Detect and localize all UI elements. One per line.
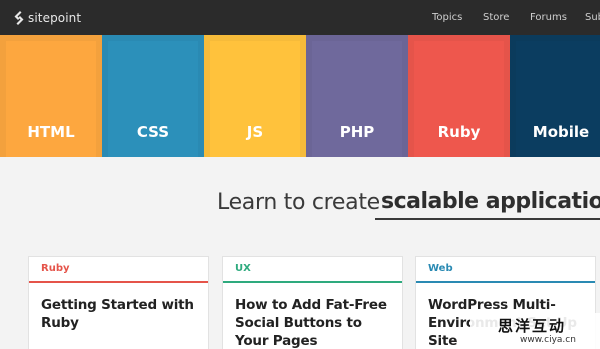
tile-ruby[interactable]: Ruby xyxy=(408,35,510,157)
tile-php-label: PHP xyxy=(339,123,375,141)
sitepoint-s-icon xyxy=(14,10,24,25)
article-card-ruby[interactable]: Ruby Getting Started with Ruby xyxy=(28,256,209,349)
logo-text: sitepoint xyxy=(28,10,82,25)
tile-css-label: CSS xyxy=(136,123,170,141)
lead-highlight: scalable applications xyxy=(381,189,600,214)
article-card-ux[interactable]: UX How to Add Fat-Free Social Buttons to… xyxy=(222,256,403,349)
tile-php[interactable]: PHP xyxy=(306,35,408,157)
nav-store[interactable]: Store xyxy=(483,0,509,35)
watermark-url: www.ciya.cn xyxy=(520,335,576,345)
tile-html-label: HTML xyxy=(27,123,75,141)
tile-mobile[interactable]: Mobile xyxy=(510,35,600,157)
card-title[interactable]: How to Add Fat-Free Social Buttons to Yo… xyxy=(223,283,402,349)
watermark: 思洋互动 www.ciya.cn xyxy=(470,313,600,349)
category-tiles: HTML CSS JS PHP Ruby Mobile xyxy=(0,35,600,157)
lead-highlight-box: scalable applications xyxy=(375,187,600,220)
lead-prefix: Learn to create xyxy=(217,190,380,215)
lead-heading: Learn to create scalable applications xyxy=(0,183,600,223)
tile-html[interactable]: HTML xyxy=(0,35,102,157)
tile-css[interactable]: CSS xyxy=(102,35,204,157)
card-tag[interactable]: Ruby xyxy=(29,257,208,281)
tile-mobile-label: Mobile xyxy=(532,123,590,141)
nav-topics[interactable]: Topics xyxy=(432,0,462,35)
tile-ruby-label: Ruby xyxy=(437,123,481,141)
card-tag[interactable]: Web xyxy=(416,257,595,281)
top-nav-bar: sitepoint Topics Store Forums Sub xyxy=(0,0,600,35)
tile-js[interactable]: JS xyxy=(204,35,306,157)
nav-forums[interactable]: Forums xyxy=(530,0,567,35)
sitepoint-logo[interactable]: sitepoint xyxy=(13,9,81,26)
tile-js-label: JS xyxy=(246,123,264,141)
card-tag[interactable]: UX xyxy=(223,257,402,281)
card-title[interactable]: Getting Started with Ruby xyxy=(29,283,208,332)
watermark-text: 思洋互动 xyxy=(498,317,567,335)
nav-subscribe[interactable]: Sub xyxy=(585,0,600,35)
